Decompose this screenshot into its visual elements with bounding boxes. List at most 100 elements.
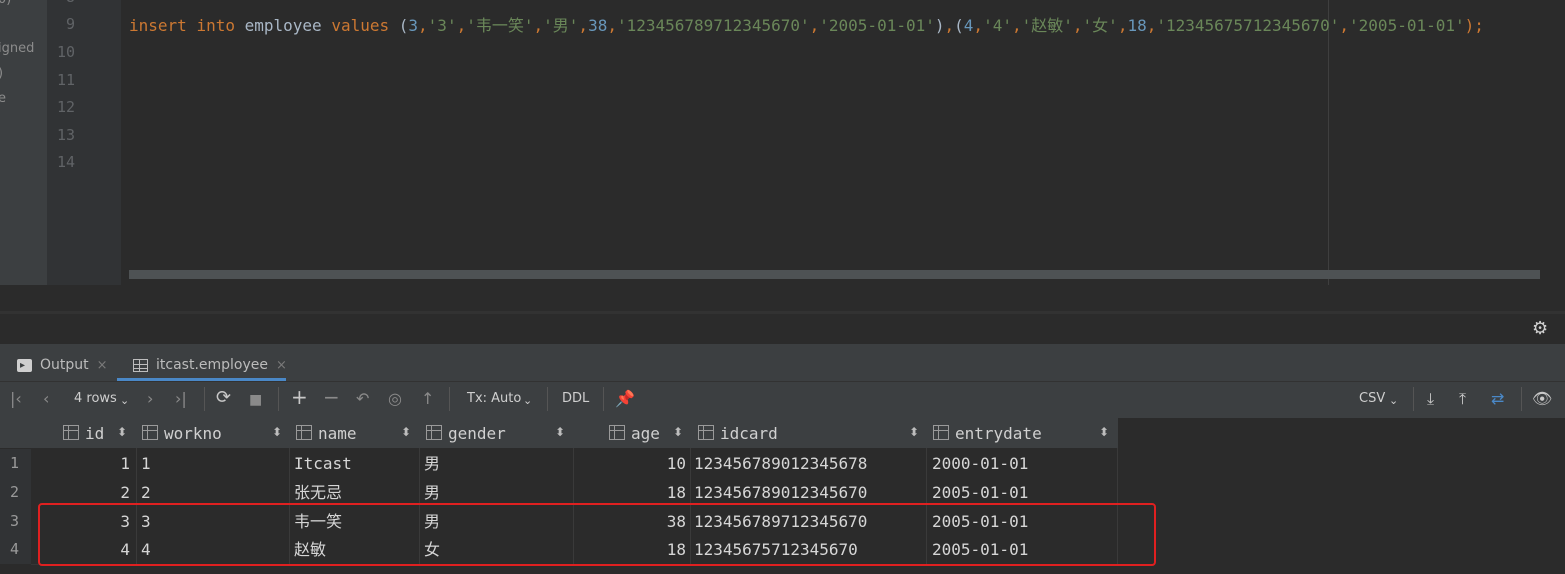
sort-icon[interactable]: ⬍ bbox=[1099, 425, 1109, 439]
preview-changes-icon[interactable]: ◎ bbox=[388, 389, 402, 409]
next-page-icon[interactable]: › bbox=[147, 389, 153, 409]
column-label: gender bbox=[448, 424, 506, 443]
tab-output[interactable]: ▸ Output × bbox=[17, 350, 108, 380]
string-literal: '4' bbox=[983, 16, 1012, 35]
add-row-icon[interactable]: + bbox=[291, 387, 308, 407]
number-literal: 18 bbox=[1127, 16, 1147, 35]
column-header-gender[interactable]: gender bbox=[426, 424, 506, 443]
statement-end: ); bbox=[1464, 16, 1484, 35]
paren: ) bbox=[934, 16, 945, 35]
chevron-down-icon[interactable]: ⌄ bbox=[523, 391, 532, 411]
compare-icon[interactable]: ⇄ bbox=[1491, 389, 1504, 409]
toolbar-separator bbox=[1413, 387, 1414, 411]
rows-count-dropdown[interactable]: 4 rows bbox=[74, 391, 117, 406]
column-header-workno[interactable]: workno bbox=[142, 424, 222, 443]
paren: ( bbox=[398, 16, 409, 35]
cell-age[interactable]: 10 bbox=[578, 449, 686, 478]
cell-workno[interactable]: 1 bbox=[141, 449, 151, 478]
line-number: 9 bbox=[65, 15, 75, 33]
close-icon[interactable]: × bbox=[276, 358, 287, 373]
column-label: workno bbox=[164, 424, 222, 443]
string-literal: '赵敏' bbox=[1021, 16, 1073, 35]
row-number[interactable]: 2 bbox=[0, 478, 31, 507]
line-number: 8 bbox=[47, 0, 75, 6]
first-page-icon[interactable]: |‹ bbox=[10, 389, 22, 409]
gear-icon[interactable]: ⚙ bbox=[1532, 318, 1548, 339]
editor-horizontal-scrollbar[interactable] bbox=[129, 270, 1540, 279]
editor-footer bbox=[0, 285, 1565, 311]
column-header-idcard[interactable]: idcard bbox=[698, 424, 778, 443]
cell-idcard[interactable]: 123456789012345678 bbox=[694, 449, 867, 478]
highlight-annotation bbox=[38, 503, 1156, 566]
column-icon bbox=[609, 425, 625, 440]
column-header-name[interactable]: name bbox=[296, 424, 357, 443]
keyword: insert bbox=[129, 16, 187, 35]
paren: ( bbox=[954, 16, 964, 35]
keyword: into bbox=[196, 16, 235, 35]
project-panel-edge: 0) igned ) e bbox=[0, 0, 47, 311]
table-icon bbox=[133, 358, 148, 372]
line-number: 11 bbox=[56, 71, 75, 89]
download-icon[interactable]: ⤓ bbox=[1427, 389, 1434, 409]
string-literal: '3' bbox=[427, 16, 457, 35]
toolbar-separator bbox=[547, 387, 548, 411]
panel-fragment: ) bbox=[0, 66, 3, 81]
cell-id[interactable]: 1 bbox=[40, 449, 130, 478]
column-label: name bbox=[318, 424, 357, 443]
column-icon bbox=[698, 425, 714, 440]
toolbar-separator bbox=[204, 387, 205, 411]
delete-row-icon[interactable]: − bbox=[323, 387, 340, 407]
revert-icon[interactable]: ↶ bbox=[356, 389, 369, 409]
sort-icon[interactable]: ⬍ bbox=[555, 425, 565, 439]
sort-icon[interactable]: ⬍ bbox=[673, 425, 683, 439]
sort-icon[interactable]: ⬍ bbox=[909, 425, 919, 439]
sort-icon[interactable]: ⬍ bbox=[117, 425, 127, 439]
string-literal: '男' bbox=[543, 16, 579, 35]
row-number[interactable]: 3 bbox=[0, 507, 31, 536]
chevron-down-icon[interactable]: ⌄ bbox=[120, 391, 129, 411]
tab-itcast-employee[interactable]: itcast.employee × bbox=[133, 350, 287, 380]
column-header-entrydate[interactable]: entrydate bbox=[933, 424, 1042, 443]
pin-icon[interactable]: 📌 bbox=[615, 389, 635, 409]
keyword: values bbox=[331, 16, 390, 35]
number-literal: 3 bbox=[408, 16, 419, 35]
submit-icon[interactable]: ↑ bbox=[421, 389, 434, 409]
table-name: employee bbox=[244, 16, 322, 35]
line-number: 12 bbox=[56, 98, 75, 116]
previous-page-icon[interactable]: ‹ bbox=[43, 389, 49, 409]
row-number[interactable]: 4 bbox=[0, 535, 31, 564]
column-header-id[interactable]: id bbox=[63, 424, 104, 443]
chevron-down-icon[interactable]: ⌄ bbox=[1389, 391, 1398, 411]
transaction-mode-dropdown[interactable]: Tx: Auto bbox=[467, 391, 521, 406]
string-literal: '2005-01-01' bbox=[819, 16, 935, 35]
ddl-button[interactable]: DDL bbox=[562, 391, 589, 406]
close-icon[interactable]: × bbox=[97, 358, 108, 373]
export-format-dropdown[interactable]: CSV bbox=[1359, 391, 1385, 406]
refresh-icon[interactable]: ⟳ bbox=[216, 388, 231, 408]
last-page-icon[interactable]: ›| bbox=[175, 389, 187, 409]
upload-icon[interactable]: ⤒ bbox=[1459, 389, 1466, 409]
panel-fragment: 0) bbox=[0, 0, 11, 7]
tab-label: itcast.employee bbox=[156, 357, 268, 373]
right-margin-guide bbox=[1328, 0, 1329, 285]
panel-fragment: igned bbox=[0, 41, 35, 56]
sort-icon[interactable]: ⬍ bbox=[401, 425, 411, 439]
toolbar-separator bbox=[449, 387, 450, 411]
column-label: idcard bbox=[720, 424, 778, 443]
row-number[interactable]: 1 bbox=[0, 449, 31, 478]
eye-icon[interactable]: 👁 bbox=[1532, 389, 1552, 409]
cell-entrydate[interactable]: 2000-01-01 bbox=[932, 449, 1028, 478]
column-header-age[interactable]: age bbox=[609, 424, 660, 443]
string-literal: '12345675712345670' bbox=[1156, 16, 1340, 35]
stop-icon[interactable]: ■ bbox=[249, 390, 262, 410]
number-literal: 38 bbox=[588, 16, 608, 35]
sql-editor[interactable] bbox=[121, 0, 1565, 285]
code-line[interactable]: insert into employee values (3,'3','韦一笑'… bbox=[129, 12, 1484, 36]
column-icon bbox=[426, 425, 442, 440]
column-label: age bbox=[631, 424, 660, 443]
string-literal: '韦一笑' bbox=[466, 16, 534, 35]
cell-name[interactable]: Itcast bbox=[294, 449, 352, 478]
cell-gender[interactable]: 男 bbox=[424, 449, 440, 478]
sort-icon[interactable]: ⬍ bbox=[272, 425, 282, 439]
toolbar-separator bbox=[1521, 387, 1522, 411]
